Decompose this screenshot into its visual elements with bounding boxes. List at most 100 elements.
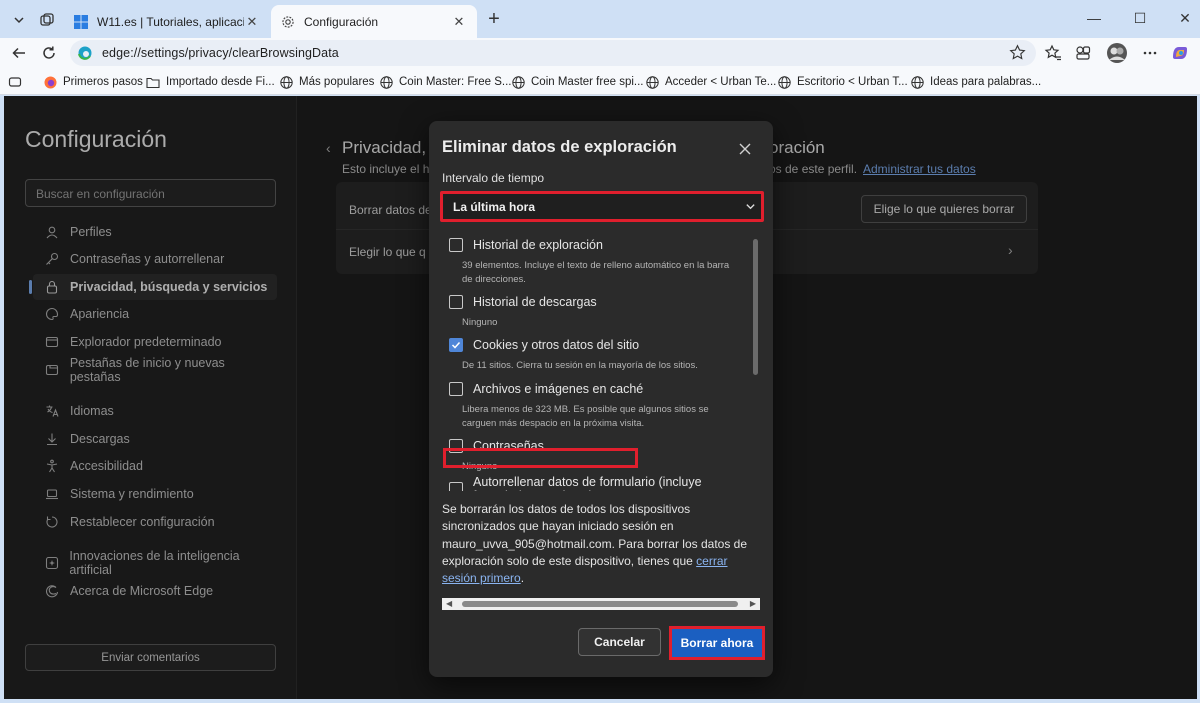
close-window-button[interactable]: ✕ [1175, 10, 1195, 27]
bookmark-mas-populares[interactable]: Más populares [280, 74, 374, 90]
copilot-button[interactable] [1170, 43, 1190, 63]
globe-icon [512, 75, 525, 89]
option-autorrellenar[interactable]: Autorrellenar datos de formulario (inclu… [449, 475, 749, 491]
refresh-icon [43, 46, 55, 59]
folder-icon [146, 77, 160, 88]
favorites-bar: Primeros pasos Importado desde Fi... Más… [0, 68, 1200, 95]
clear-now-button[interactable]: Borrar ahora [672, 629, 762, 657]
checkbox[interactable] [449, 238, 463, 252]
back-button[interactable] [8, 42, 30, 64]
minimize-button[interactable]: — [1084, 10, 1104, 26]
globe-icon [646, 75, 659, 89]
option-label: Historial de descargas [473, 295, 597, 309]
bookmark-label: Ideas para palabras... [930, 76, 1042, 88]
list-scrollbar[interactable] [753, 239, 758, 375]
collections-button[interactable] [1073, 43, 1093, 63]
avatar-icon [1107, 43, 1127, 63]
bookmark-label: Coin Master free spi... [531, 76, 644, 88]
tab-title: Configuración [304, 14, 379, 29]
bookmark-label: Acceder < Urban Te... [665, 76, 777, 88]
sync-note-end: . [520, 571, 525, 586]
chevron-down-icon [739, 201, 761, 212]
tab-title: W11.es | Tutoriales, aplicaciones y [97, 14, 244, 29]
option-description: Ninguno [462, 317, 498, 328]
clear-browsing-data-dialog: Eliminar datos de exploración Intervalo … [429, 121, 773, 677]
chevron-down-icon [14, 17, 24, 24]
option-cache[interactable]: Archivos e imágenes en caché Libera meno… [449, 379, 749, 431]
option-label: Cookies y otros datos del sitio [473, 338, 640, 352]
favorites-bar-toggle[interactable] [8, 74, 28, 90]
bookmark-label: Más populares [299, 76, 375, 88]
bookmark-acceder[interactable]: Acceder < Urban Te... [646, 74, 776, 90]
bookmark-label: Importado desde Fi... [166, 76, 275, 88]
dialog-title: Eliminar datos de exploración [442, 138, 677, 156]
tab-configuracion[interactable]: Configuración ✕ [271, 5, 477, 38]
close-icon [739, 143, 751, 155]
collections-icon [1076, 46, 1091, 60]
time-range-select[interactable]: La última hora [440, 191, 764, 222]
bookmark-importado[interactable]: Importado desde Fi... [146, 74, 275, 90]
checkbox[interactable] [449, 482, 463, 491]
more-menu-button[interactable] [1140, 43, 1160, 63]
option-label: Autorrellenar datos de formulario (inclu… [473, 475, 702, 491]
bookmark-bar-icon [8, 77, 22, 87]
favorites-button[interactable] [1043, 43, 1063, 63]
copilot-icon [1173, 47, 1187, 59]
checkbox[interactable] [449, 382, 463, 396]
profile-avatar[interactable] [1105, 41, 1129, 65]
globe-icon [911, 75, 924, 89]
cookies-highlight-box [443, 448, 638, 468]
cancel-button[interactable]: Cancelar [578, 628, 661, 656]
option-label: Historial de exploración [473, 238, 603, 252]
workspaces-button[interactable] [35, 8, 59, 32]
more-dots-icon [1143, 51, 1157, 55]
url-text: edge://settings/privacy/clearBrowsingDat… [102, 46, 339, 60]
data-types-list: Historial de exploración 39 elementos. I… [429, 231, 773, 491]
star-icon[interactable] [1009, 44, 1026, 61]
globe-icon [380, 75, 393, 89]
scroll-right-arrow-icon[interactable]: ▶ [750, 599, 756, 608]
toolbar: edge://settings/privacy/clearBrowsingDat… [0, 38, 1200, 68]
edge-logo-icon [78, 46, 92, 60]
firefox-icon [44, 76, 57, 88]
time-range-label: Intervalo de tiempo [442, 171, 545, 185]
bookmark-ideas[interactable]: Ideas para palabras... [911, 74, 1041, 90]
option-description: De 11 sitios. Cierra tu sesión en la may… [462, 360, 698, 371]
option-description: 39 elementos. Incluye el texto de rellen… [462, 260, 730, 285]
refresh-button[interactable] [38, 42, 60, 64]
close-tab-icon[interactable]: ✕ [244, 14, 260, 30]
arrow-left-icon [12, 47, 25, 59]
favorites-star-list-icon [1044, 44, 1061, 61]
option-historial-exploracion[interactable]: Historial de exploración 39 elementos. I… [449, 235, 749, 287]
clear-now-highlight-box: Borrar ahora [669, 626, 765, 660]
option-historial-descargas[interactable]: Historial de descargas Ninguno [449, 292, 749, 330]
maximize-button[interactable]: ☐ [1130, 10, 1150, 27]
bookmark-label: Primeros pasos [63, 76, 143, 88]
bookmark-coin-master-1[interactable]: Coin Master: Free S... [380, 74, 511, 90]
scroll-left-arrow-icon[interactable]: ◀ [446, 599, 452, 608]
checkbox[interactable] [449, 295, 463, 309]
bookmark-coin-master-2[interactable]: Coin Master free spi... [512, 74, 643, 90]
bookmark-label: Escritorio < Urban T... [797, 76, 908, 88]
checkbox-checked[interactable] [449, 338, 463, 352]
bookmark-label: Coin Master: Free S... [399, 76, 512, 88]
bookmark-primeros-pasos[interactable]: Primeros pasos [44, 74, 143, 90]
close-tab-icon[interactable]: ✕ [451, 14, 467, 30]
tab-w11[interactable]: W11.es | Tutoriales, aplicaciones y ✕ [64, 5, 270, 38]
globe-icon [778, 75, 791, 89]
gear-icon [282, 15, 294, 28]
tab-strip: W11.es | Tutoriales, aplicaciones y ✕ Co… [0, 0, 1200, 38]
horizontal-scrollbar[interactable]: ◀ ▶ [442, 598, 760, 610]
globe-icon [280, 75, 293, 89]
tab-actions-menu-button[interactable] [7, 8, 31, 32]
bookmark-escritorio[interactable]: Escritorio < Urban T... [778, 74, 908, 90]
windows-logo-icon [74, 14, 88, 29]
settings-page: Configuración Buscar en configuración Pe… [4, 96, 1197, 699]
option-cookies[interactable]: Cookies y otros datos del sitio De 11 si… [449, 335, 749, 373]
workspaces-icon [40, 13, 54, 26]
sync-warning-text: Se borrarán los datos de todos los dispo… [442, 501, 760, 587]
close-dialog-button[interactable] [735, 139, 755, 159]
scrollbar-thumb[interactable] [462, 601, 738, 607]
new-tab-button[interactable]: + [483, 8, 505, 30]
address-bar[interactable]: edge://settings/privacy/clearBrowsingDat… [70, 40, 1036, 66]
